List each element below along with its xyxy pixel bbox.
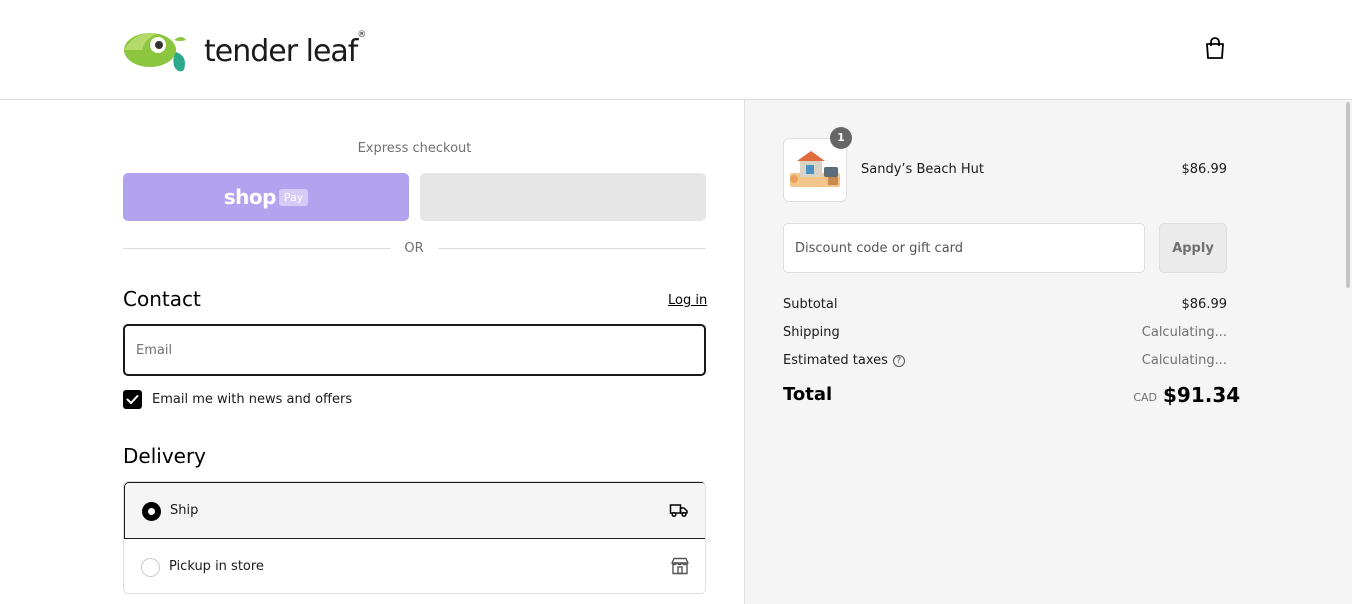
site-header: tender leaf® [0,0,1352,100]
alt-express-button[interactable] [420,173,706,221]
shopping-bag-icon[interactable] [1204,36,1226,60]
email-field[interactable] [123,324,706,376]
ship-radio[interactable] [142,502,161,521]
or-divider-label: OR [404,241,424,256]
currency-code: CAD [1133,391,1157,404]
taxes-row: Estimated taxes? [783,353,905,368]
apply-discount-button[interactable]: Apply [1159,223,1227,273]
newsletter-label: Email me with news and offers [152,392,353,407]
shop-pay-badge: Pay [278,188,309,206]
leaf-bird-icon [124,33,186,72]
scrollbar[interactable] [1344,100,1352,290]
delivery-options: Ship Pickup in store [123,481,706,594]
shipping-value: Calculating... [1141,325,1227,340]
store-icon [671,557,689,575]
divider-left [123,248,391,249]
delivery-option-ship[interactable]: Ship [124,482,705,539]
delivery-heading: Delivery [123,444,207,468]
help-icon[interactable]: ? [892,355,905,367]
quantity-badge: 1 [830,127,852,149]
total-label: Total [783,384,833,405]
taxes-label: Estimated taxes [783,353,888,368]
divider-right [438,248,706,249]
discount-code-field[interactable] [783,223,1145,273]
ship-label: Ship [170,503,199,518]
product-price: $86.99 [1181,162,1228,177]
shipping-label: Shipping [783,325,840,340]
pickup-radio[interactable] [141,558,160,577]
express-checkout-label: Express checkout [357,141,472,156]
pickup-label: Pickup in store [169,559,264,574]
delivery-option-pickup[interactable]: Pickup in store [124,539,705,593]
brand-name: tender leaf® [204,29,366,69]
truck-icon [669,504,688,518]
subtotal-label: Subtotal [783,297,838,312]
newsletter-checkbox[interactable] [123,390,142,409]
total-value: $91.34 [1163,383,1241,407]
shop-pay-button[interactable]: shop Pay [123,173,409,221]
product-name: Sandy’s Beach Hut [861,162,984,177]
brand-logo[interactable]: tender leaf® [122,26,366,76]
shop-pay-wordmark: shop [223,185,277,209]
subtotal-value: $86.99 [1181,297,1228,312]
checkmark-icon [126,395,139,404]
contact-heading: Contact [123,287,201,311]
login-link[interactable]: Log in [668,293,707,308]
taxes-value: Calculating... [1141,353,1227,368]
